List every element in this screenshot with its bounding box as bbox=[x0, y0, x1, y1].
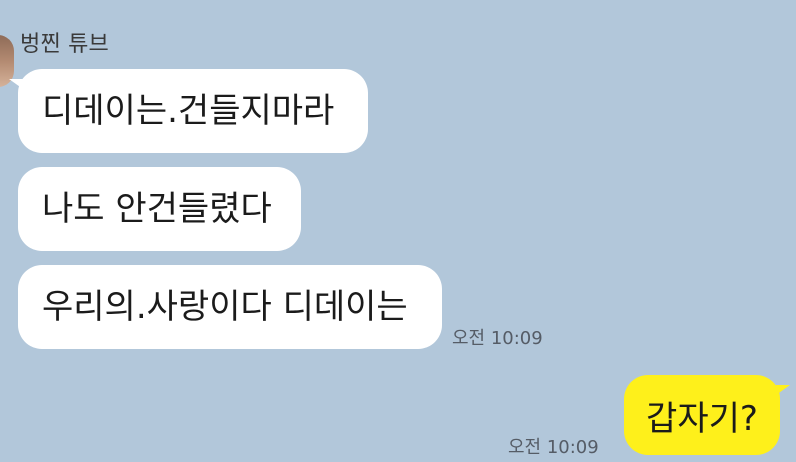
incoming-message-bubble[interactable]: 우리의.사랑이다 디데이는 bbox=[18, 265, 442, 349]
incoming-message-bubble[interactable]: 디데이는.건들지마라 bbox=[9, 69, 368, 153]
chat-room: 벙찐 튜브 디데이는.건들지마라 나도 안건들렸다 우리의.사랑이다 디데이는 … bbox=[0, 0, 796, 462]
message-text: 우리의.사랑이다 디데이는 bbox=[42, 287, 408, 327]
sender-name: 벙찐 튜브 bbox=[20, 32, 109, 57]
message-text: 갑자기? bbox=[646, 398, 758, 439]
incoming-timestamp: 오전 10:09 bbox=[452, 328, 543, 349]
message-text: 나도 안건들렸다 bbox=[42, 189, 272, 229]
message-text: 디데이는.건들지마라 bbox=[42, 91, 335, 131]
outgoing-message-bubble[interactable]: 갑자기? bbox=[624, 375, 790, 455]
incoming-message-bubble[interactable]: 나도 안건들렸다 bbox=[18, 167, 301, 251]
outgoing-timestamp: 오전 10:09 bbox=[508, 437, 599, 458]
